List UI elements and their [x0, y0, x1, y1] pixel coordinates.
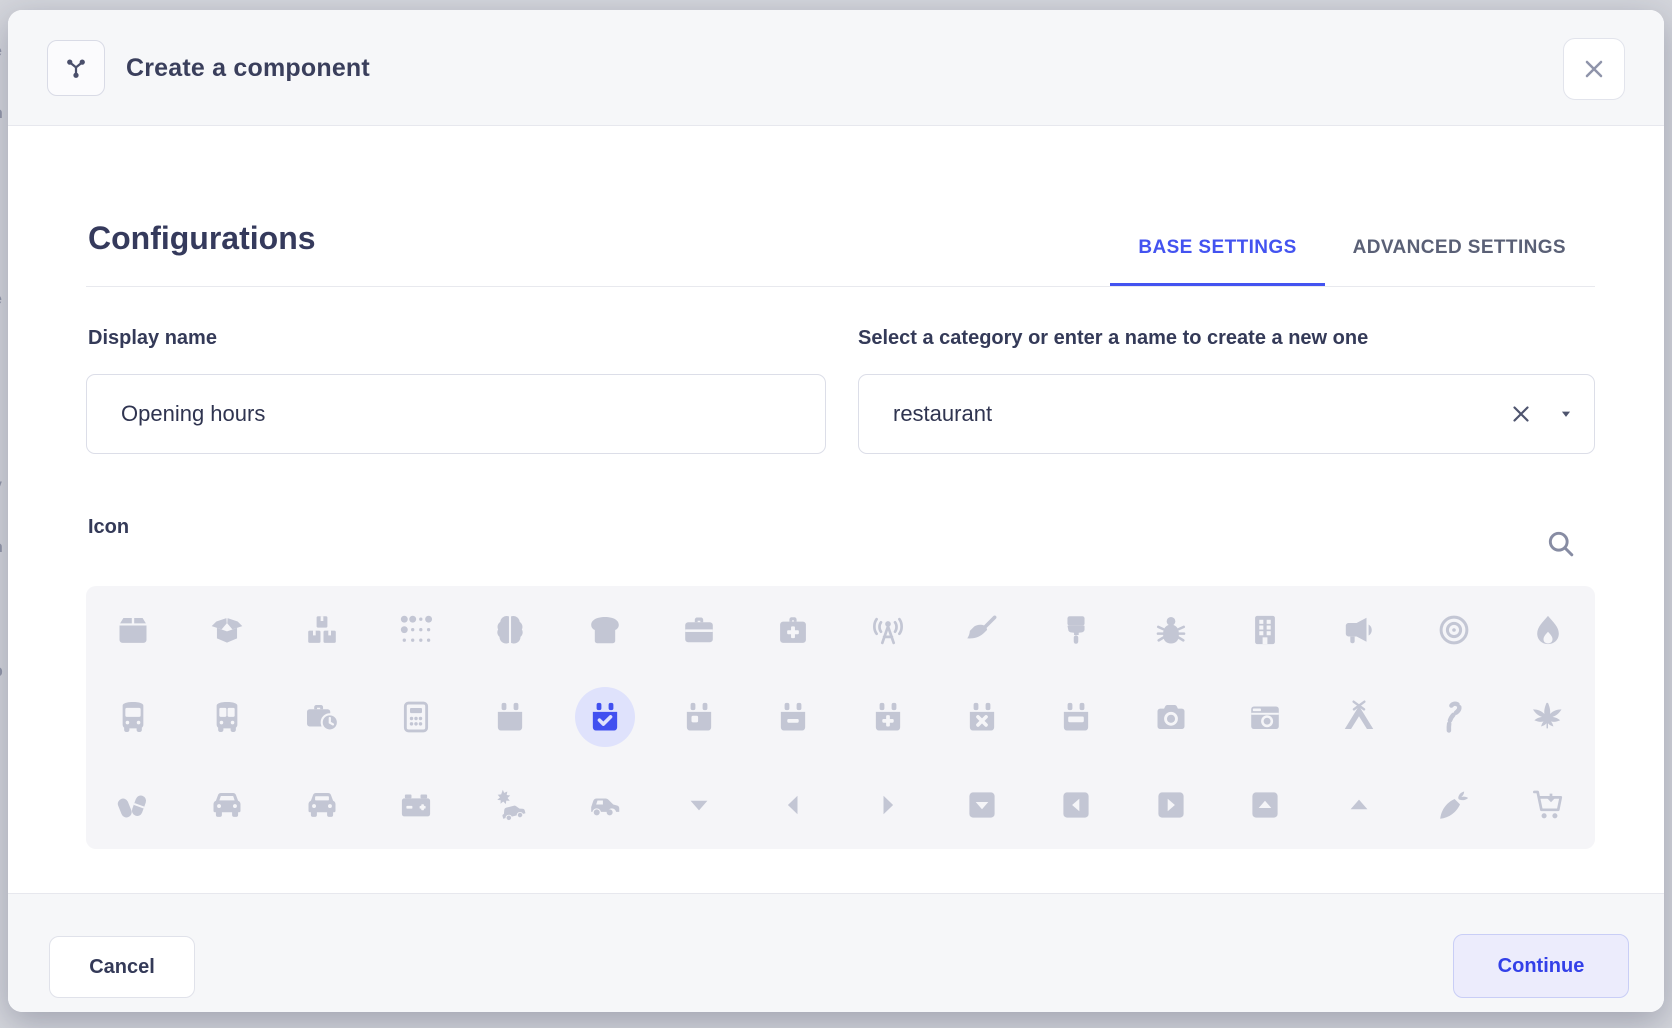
- icon-caret-square-left[interactable]: [1046, 775, 1106, 835]
- icon-broom[interactable]: [952, 600, 1012, 660]
- icon-calendar-times[interactable]: [952, 687, 1012, 747]
- icon-car-side[interactable]: [575, 775, 635, 835]
- icon-campground[interactable]: [1329, 687, 1389, 747]
- settings-tabs: BASE SETTINGS ADVANCED SETTINGS: [1110, 213, 1594, 287]
- icon-briefcase-medical[interactable]: [763, 600, 823, 660]
- icon-candy-cane[interactable]: [1424, 687, 1484, 747]
- modal-footer: Cancel Continue: [8, 893, 1664, 1012]
- icon-bread-slice[interactable]: [575, 600, 635, 660]
- category-label: Select a category or enter a name to cre…: [858, 327, 1368, 350]
- tab-base-settings[interactable]: BASE SETTINGS: [1110, 213, 1324, 287]
- create-component-modal: Create a component Configurations BASE S…: [8, 10, 1664, 1012]
- icon-bus[interactable]: [103, 687, 163, 747]
- caret-down-icon[interactable]: [1558, 407, 1574, 421]
- display-name-input[interactable]: [86, 374, 826, 454]
- icon-calendar[interactable]: [480, 687, 540, 747]
- icon-braille[interactable]: [386, 600, 446, 660]
- icon-brush[interactable]: [1046, 600, 1106, 660]
- icon-broadcast-tower[interactable]: [858, 600, 918, 660]
- modal-header: Create a component: [8, 10, 1664, 126]
- icon-caret-square-up[interactable]: [1235, 775, 1295, 835]
- category-combobox: [858, 374, 1595, 454]
- icon-car-battery[interactable]: [386, 775, 446, 835]
- icon-calendar-check-selected[interactable]: [575, 687, 635, 747]
- icon-bullhorn[interactable]: [1329, 600, 1389, 660]
- icon-picker-label: Icon: [88, 516, 129, 539]
- icon-calendar-minus[interactable]: [763, 687, 823, 747]
- icon-cannabis[interactable]: [1518, 687, 1578, 747]
- magnifier-icon[interactable]: [1545, 528, 1577, 560]
- icon-grid: [86, 586, 1595, 849]
- icon-bus-alt[interactable]: [197, 687, 257, 747]
- icon-bullseye[interactable]: [1424, 600, 1484, 660]
- icon-calendar-plus[interactable]: [858, 687, 918, 747]
- tab-advanced-settings[interactable]: ADVANCED SETTINGS: [1325, 213, 1594, 287]
- icon-calendar-day[interactable]: [669, 687, 729, 747]
- icon-car[interactable]: [197, 775, 257, 835]
- display-name-label: Display name: [88, 327, 217, 350]
- close-button[interactable]: [1563, 38, 1625, 100]
- cancel-button[interactable]: Cancel: [49, 936, 195, 998]
- tabs-divider: [86, 286, 1595, 287]
- page-title: Configurations: [88, 220, 316, 257]
- close-icon: [1581, 56, 1607, 82]
- icon-camera[interactable]: [1141, 687, 1201, 747]
- icon-caret-right[interactable]: [858, 775, 918, 835]
- icon-camera-retro[interactable]: [1235, 687, 1295, 747]
- modal-title: Create a component: [126, 10, 370, 126]
- icon-caret-square-down[interactable]: [952, 775, 1012, 835]
- icon-calculator[interactable]: [386, 687, 446, 747]
- icon-brain[interactable]: [480, 600, 540, 660]
- category-input[interactable]: [858, 374, 1595, 454]
- x-clear-icon[interactable]: [1508, 401, 1534, 427]
- component-nodes-icon: [47, 40, 105, 96]
- icon-calendar-week[interactable]: [1046, 687, 1106, 747]
- icon-box[interactable]: [103, 600, 163, 660]
- icon-briefcase[interactable]: [669, 600, 729, 660]
- icon-caret-up[interactable]: [1329, 775, 1389, 835]
- icon-box-open[interactable]: [197, 600, 257, 660]
- icon-capsules[interactable]: [103, 775, 163, 835]
- icon-building[interactable]: [1235, 600, 1295, 660]
- icon-caret-square-right[interactable]: [1141, 775, 1201, 835]
- icon-carrot[interactable]: [1424, 775, 1484, 835]
- icon-car-crash[interactable]: [480, 775, 540, 835]
- icon-caret-left[interactable]: [763, 775, 823, 835]
- icon-bug[interactable]: [1141, 600, 1201, 660]
- icon-car-alt[interactable]: [292, 775, 352, 835]
- icon-caret-down[interactable]: [669, 775, 729, 835]
- icon-business-time[interactable]: [292, 687, 352, 747]
- icon-cart-arrow-down[interactable]: [1518, 775, 1578, 835]
- icon-burn[interactable]: [1518, 600, 1578, 660]
- continue-button[interactable]: Continue: [1453, 934, 1629, 998]
- icon-boxes-stacked[interactable]: [292, 600, 352, 660]
